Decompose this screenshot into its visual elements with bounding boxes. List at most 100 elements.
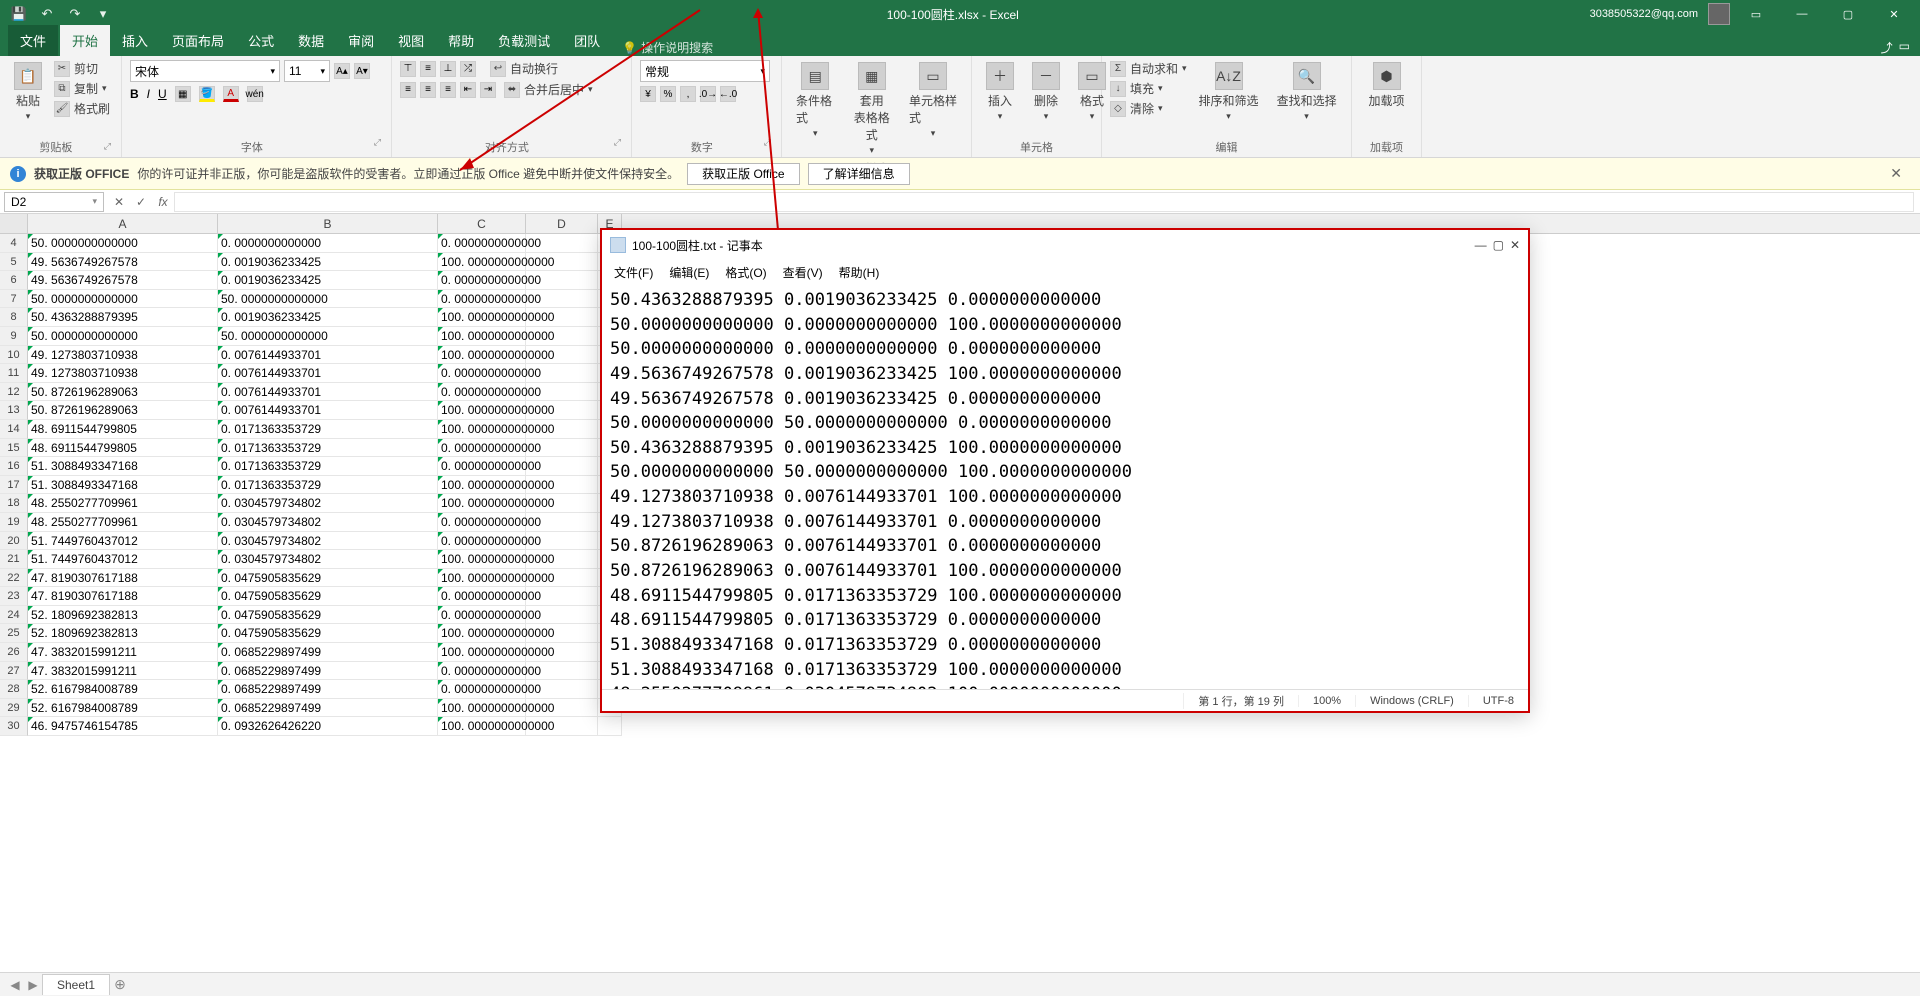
notepad-content[interactable]: 50.4363288879395 0.0019036233425 0.00000… (602, 284, 1528, 689)
cell[interactable] (526, 550, 598, 569)
row-header[interactable]: 9 (0, 327, 28, 346)
row-header[interactable]: 29 (0, 699, 28, 718)
cell[interactable] (526, 532, 598, 551)
tab-view[interactable]: 视图 (386, 25, 436, 56)
cell[interactable] (526, 383, 598, 402)
close-icon[interactable]: ✕ (1874, 1, 1914, 27)
sheet-nav-prev-icon[interactable]: ◀ (6, 978, 24, 992)
copy-button[interactable]: ⧉复制▾ (54, 80, 110, 97)
tab-home[interactable]: 开始 (60, 25, 110, 56)
col-header[interactable]: C (438, 214, 526, 233)
cell[interactable]: 48. 6911544799805 (28, 420, 218, 439)
row-header[interactable]: 16 (0, 457, 28, 476)
row-header[interactable]: 4 (0, 234, 28, 253)
cell[interactable] (526, 308, 598, 327)
row-header[interactable]: 8 (0, 308, 28, 327)
cell[interactable]: 50. 8726196289063 (28, 401, 218, 420)
cell[interactable]: 51. 7449760437012 (28, 532, 218, 551)
cell[interactable]: 0. 0000000000000 (438, 271, 526, 290)
np-minimize-icon[interactable]: — (1475, 238, 1487, 252)
cell[interactable]: 50. 0000000000000 (28, 327, 218, 346)
notice-close-icon[interactable]: ✕ (1882, 165, 1910, 182)
cell[interactable]: 51. 7449760437012 (28, 550, 218, 569)
cell[interactable]: 100. 0000000000000 (438, 327, 526, 346)
dialog-launcher-icon[interactable]: ⤢ (104, 141, 113, 152)
tab-help[interactable]: 帮助 (436, 25, 486, 56)
cell[interactable]: 0. 0171363353729 (218, 457, 438, 476)
align-right-icon[interactable]: ≡ (440, 82, 456, 98)
cell[interactable] (526, 624, 598, 643)
get-genuine-button[interactable]: 获取正版 Office (687, 163, 799, 185)
cell[interactable]: 52. 1809692382813 (28, 606, 218, 625)
indent-dec-icon[interactable]: ⇤ (460, 82, 476, 98)
insert-cells-button[interactable]: ＋插入▾ (980, 60, 1020, 137)
row-header[interactable]: 17 (0, 476, 28, 495)
fill-color-icon[interactable]: 🪣 (199, 86, 215, 102)
align-top-icon[interactable]: ⊤ (400, 61, 416, 77)
qat-customize-icon[interactable]: ▾ (92, 3, 114, 25)
cell[interactable]: 100. 0000000000000 (438, 717, 526, 736)
cell[interactable]: 48. 2550277709961 (28, 513, 218, 532)
cell[interactable]: 100. 0000000000000 (438, 494, 526, 513)
np-maximize-icon[interactable]: ▢ (1493, 238, 1504, 252)
cell[interactable] (526, 290, 598, 309)
cell[interactable] (526, 662, 598, 681)
cell[interactable]: 52. 1809692382813 (28, 624, 218, 643)
cell[interactable] (526, 699, 598, 718)
cut-button[interactable]: ✂剪切 (54, 60, 110, 77)
dialog-launcher-icon[interactable]: ⤢ (614, 137, 623, 155)
cell[interactable] (526, 439, 598, 458)
cell[interactable]: 0. 0000000000000 (438, 532, 526, 551)
currency-icon[interactable]: ¥ (640, 86, 656, 102)
cell[interactable]: 0. 0000000000000 (438, 457, 526, 476)
table-format-button[interactable]: ▦套用 表格格式▾ (846, 60, 896, 158)
cell[interactable]: 47. 8190307617188 (28, 569, 218, 588)
row-header[interactable]: 25 (0, 624, 28, 643)
cell[interactable] (526, 364, 598, 383)
cell[interactable]: 100. 0000000000000 (438, 569, 526, 588)
cell[interactable]: 49. 1273803710938 (28, 364, 218, 383)
np-menu-help[interactable]: 帮助(H) (833, 262, 886, 283)
cell[interactable] (526, 457, 598, 476)
cell[interactable]: 0. 0685229897499 (218, 662, 438, 681)
cell[interactable]: 0. 0475905835629 (218, 587, 438, 606)
cell[interactable] (526, 513, 598, 532)
cell[interactable]: 50. 0000000000000 (28, 290, 218, 309)
cell[interactable] (526, 327, 598, 346)
row-header[interactable]: 15 (0, 439, 28, 458)
cell[interactable]: 47. 3832015991211 (28, 662, 218, 681)
cell[interactable]: 0. 0076144933701 (218, 401, 438, 420)
cell[interactable]: 0. 0000000000000 (438, 680, 526, 699)
cell[interactable]: 100. 0000000000000 (438, 401, 526, 420)
cell[interactable] (526, 271, 598, 290)
sort-filter-button[interactable]: A↓Z排序和筛选▾ (1193, 60, 1265, 137)
comments-icon[interactable]: ▭ (1899, 39, 1910, 56)
cell[interactable]: 0. 0076144933701 (218, 364, 438, 383)
minimize-icon[interactable]: — (1782, 1, 1822, 27)
np-close-icon[interactable]: ✕ (1510, 238, 1520, 252)
row-header[interactable]: 26 (0, 643, 28, 662)
cell[interactable]: 47. 8190307617188 (28, 587, 218, 606)
tab-layout[interactable]: 页面布局 (160, 25, 236, 56)
cell-style-button[interactable]: ▭单元格样式▾ (903, 60, 963, 158)
cond-format-button[interactable]: ▤条件格式▾ (790, 60, 840, 158)
user-email[interactable]: 3038505322@qq.com (1590, 8, 1698, 20)
row-header[interactable]: 27 (0, 662, 28, 681)
grow-font-icon[interactable]: A▴ (334, 63, 350, 79)
cell[interactable]: 49. 5636749267578 (28, 253, 218, 272)
cell[interactable]: 0. 0304579734802 (218, 532, 438, 551)
align-middle-icon[interactable]: ≡ (420, 61, 436, 77)
redo-icon[interactable]: ↷ (64, 3, 86, 25)
cell[interactable] (526, 494, 598, 513)
cell[interactable] (598, 717, 622, 736)
row-header[interactable]: 24 (0, 606, 28, 625)
row-header[interactable]: 14 (0, 420, 28, 439)
row-header[interactable]: 22 (0, 569, 28, 588)
merge-center-button[interactable]: ⬌合并后居中▾ (504, 81, 593, 98)
cell[interactable]: 0. 0304579734802 (218, 550, 438, 569)
col-header[interactable]: D (526, 214, 598, 233)
row-header[interactable]: 30 (0, 717, 28, 736)
addins-button[interactable]: ⬢加载项 (1360, 60, 1413, 111)
cell[interactable]: 100. 0000000000000 (438, 476, 526, 495)
underline-button[interactable]: U (158, 87, 167, 101)
